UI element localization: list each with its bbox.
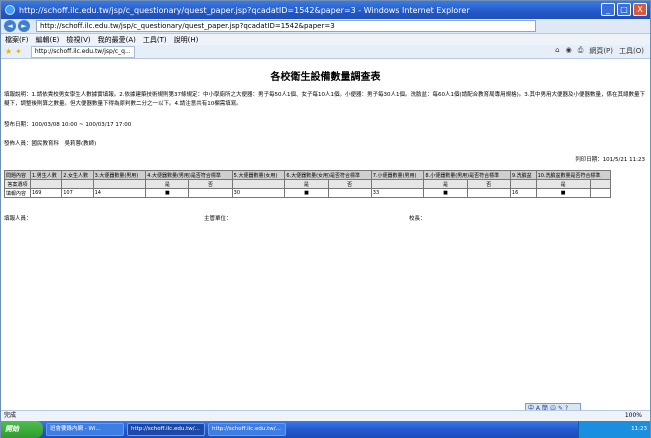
address-bar: ◄ ► http://schoff.ilc.edu.tw/jsp/c_quest… bbox=[1, 19, 650, 34]
table-cell bbox=[466, 188, 511, 198]
page-menu[interactable]: 網頁(P) bbox=[589, 46, 613, 56]
table-cell bbox=[188, 188, 233, 198]
table-header-cell: 2.女生人數 bbox=[61, 170, 94, 180]
table-cell bbox=[327, 188, 372, 198]
table-cell: ■ bbox=[535, 188, 591, 198]
command-bar: ⌂ ◉ ⎙ 網頁(P) 工具(O) bbox=[555, 46, 644, 56]
table-cell: 是 bbox=[145, 179, 190, 189]
feeds-icon[interactable]: ◉ bbox=[566, 46, 572, 56]
table-cell bbox=[509, 179, 537, 189]
table-cell bbox=[589, 188, 612, 198]
table-header-cell: 10.洗臉盆數量是否符合標準 bbox=[535, 170, 612, 180]
table-cell: 107 bbox=[61, 188, 94, 198]
menu-help[interactable]: 說明(H) bbox=[174, 35, 199, 45]
title-bar: http://schoff.ilc.edu.tw/jsp/c_questiona… bbox=[1, 1, 650, 19]
taskbar-item[interactable]: 班會要錄內網 - Wi... bbox=[46, 423, 124, 436]
close-button[interactable]: X bbox=[633, 3, 647, 16]
table-cell: 169 bbox=[29, 188, 63, 198]
table-cell: 否 bbox=[466, 179, 511, 189]
menu-favorites[interactable]: 我的最愛(A) bbox=[98, 35, 136, 45]
table-cell: 是 bbox=[284, 179, 329, 189]
tab-row: ★ ✦ http://schoff.ilc.edu.tw/jsp/c_q... … bbox=[1, 45, 650, 59]
signature-reporter: 填報人員： bbox=[4, 216, 32, 222]
start-button[interactable]: 開始 bbox=[1, 421, 43, 438]
table-cell: ■ bbox=[284, 188, 329, 198]
table-header-row: 問題內容 1.男生人數 2.女生人數 3.大便器數量(男用) 4.大便器數量(男… bbox=[4, 170, 612, 180]
table-header-cell: 問題內容 bbox=[4, 170, 31, 180]
browser-tab[interactable]: http://schoff.ilc.edu.tw/jsp/c_q... bbox=[30, 45, 135, 58]
menu-bar: 檔案(F) 編輯(E) 檢視(V) 我的最愛(A) 工具(T) 說明(H) bbox=[1, 34, 650, 45]
table-cell: 33 bbox=[370, 188, 425, 198]
page-content: 各校衛生設備數量調查表 填報說明：1.請依貴校男女學生人數據實填報。2.依據建築… bbox=[1, 60, 650, 410]
favorites-star-icon[interactable]: ★ bbox=[5, 47, 12, 56]
ie-logo-icon bbox=[5, 5, 15, 15]
signature-supervisor: 主管單位： bbox=[204, 216, 232, 222]
table-cell bbox=[589, 179, 612, 189]
table-options-row: 答案選項 是 否 是 否 是 否 是 bbox=[4, 179, 612, 189]
table-cell bbox=[92, 179, 147, 189]
window-title: http://schoff.ilc.edu.tw/jsp/c_questiona… bbox=[19, 5, 470, 15]
instructions: 填報說明：1.請依貴校男女學生人數據實填報。2.依據建築技術規則第37條規定：中… bbox=[4, 92, 646, 107]
table-cell: 14 bbox=[92, 188, 147, 198]
status-bar: 完成 100% bbox=[1, 410, 650, 421]
table-cell bbox=[61, 179, 94, 189]
print-date: 列印日期：101/5/21 11:23 bbox=[575, 157, 645, 163]
table-header-cell: 1.男生人數 bbox=[29, 170, 63, 180]
table-header-cell: 9.洗臉盆 bbox=[509, 170, 537, 180]
taskbar-item[interactable]: http://schoff.ilc.edu.tw/... bbox=[127, 423, 205, 436]
system-tray: 11:23 bbox=[578, 421, 650, 438]
table-cell bbox=[370, 179, 425, 189]
status-text: 完成 bbox=[4, 412, 17, 419]
window-controls: _ □ X bbox=[601, 3, 647, 16]
table-cell: ■ bbox=[423, 188, 468, 198]
table-header-cell: 6.大便器數量(女用)是否符合標準 bbox=[284, 170, 372, 180]
survey-table: 問題內容 1.男生人數 2.女生人數 3.大便器數量(男用) 4.大便器數量(男… bbox=[4, 170, 612, 198]
signature-principal: 校長： bbox=[409, 216, 426, 222]
maximize-button[interactable]: □ bbox=[617, 3, 631, 16]
table-header-cell: 7.小便器數量(男用) bbox=[370, 170, 425, 180]
table-cell: 填報內容 bbox=[4, 188, 31, 198]
publish-period: 發布日期：100/03/08 10:00 ~ 100/03/17 17:00 bbox=[4, 122, 132, 128]
url-input[interactable]: http://schoff.ilc.edu.tw/jsp/c_questiona… bbox=[36, 20, 536, 32]
table-cell: 是 bbox=[423, 179, 468, 189]
menu-file[interactable]: 檔案(F) bbox=[5, 35, 29, 45]
table-header-cell: 3.大便器數量(男用) bbox=[92, 170, 147, 180]
back-icon[interactable]: ◄ bbox=[4, 20, 16, 32]
table-cell: ■ bbox=[145, 188, 190, 198]
print-icon[interactable]: ⎙ bbox=[578, 46, 584, 56]
table-cell: 是 bbox=[535, 179, 591, 189]
table-cell bbox=[231, 179, 286, 189]
table-header-cell: 5.大便器數量(女用) bbox=[231, 170, 286, 180]
signature-row: 填報人員： 主管單位： 校長： bbox=[4, 214, 647, 222]
taskbar: 開始 班會要錄內網 - Wi... http://schoff.ilc.edu.… bbox=[1, 421, 650, 438]
table-header-cell: 4.大便器數量(男用)是否符合標準 bbox=[145, 170, 233, 180]
taskbar-item[interactable]: http://schoff.ilc.edu.tw/... bbox=[208, 423, 286, 436]
table-cell: 16 bbox=[509, 188, 537, 198]
menu-view[interactable]: 檢視(V) bbox=[66, 35, 90, 45]
table-cell: 答案選項 bbox=[4, 179, 31, 189]
minimize-button[interactable]: _ bbox=[601, 3, 615, 16]
table-cell: 否 bbox=[327, 179, 372, 189]
table-header-cell: 8.小便器數量(男用)是否符合標準 bbox=[423, 170, 511, 180]
tools-menu[interactable]: 工具(O) bbox=[619, 46, 644, 56]
browser-window: http://schoff.ilc.edu.tw/jsp/c_questiona… bbox=[0, 0, 651, 438]
table-cell: 30 bbox=[231, 188, 286, 198]
add-favorite-icon[interactable]: ✦ bbox=[15, 47, 22, 56]
menu-edit[interactable]: 編輯(E) bbox=[36, 35, 60, 45]
zoom-level[interactable]: 100% bbox=[625, 411, 642, 421]
publisher: 發佈人員：國民教育科 吳莉蓉(教師) bbox=[4, 141, 97, 147]
menu-tools[interactable]: 工具(T) bbox=[143, 35, 167, 45]
home-icon[interactable]: ⌂ bbox=[555, 46, 559, 56]
clock: 11:23 bbox=[631, 426, 647, 432]
forward-icon[interactable]: ► bbox=[18, 20, 30, 32]
table-cell bbox=[29, 179, 63, 189]
page-title: 各校衛生設備數量調查表 bbox=[270, 72, 381, 83]
table-cell: 否 bbox=[188, 179, 233, 189]
table-row: 填報內容 169 107 14 ■ 30 ■ 33 ■ 16 ■ bbox=[4, 188, 612, 198]
